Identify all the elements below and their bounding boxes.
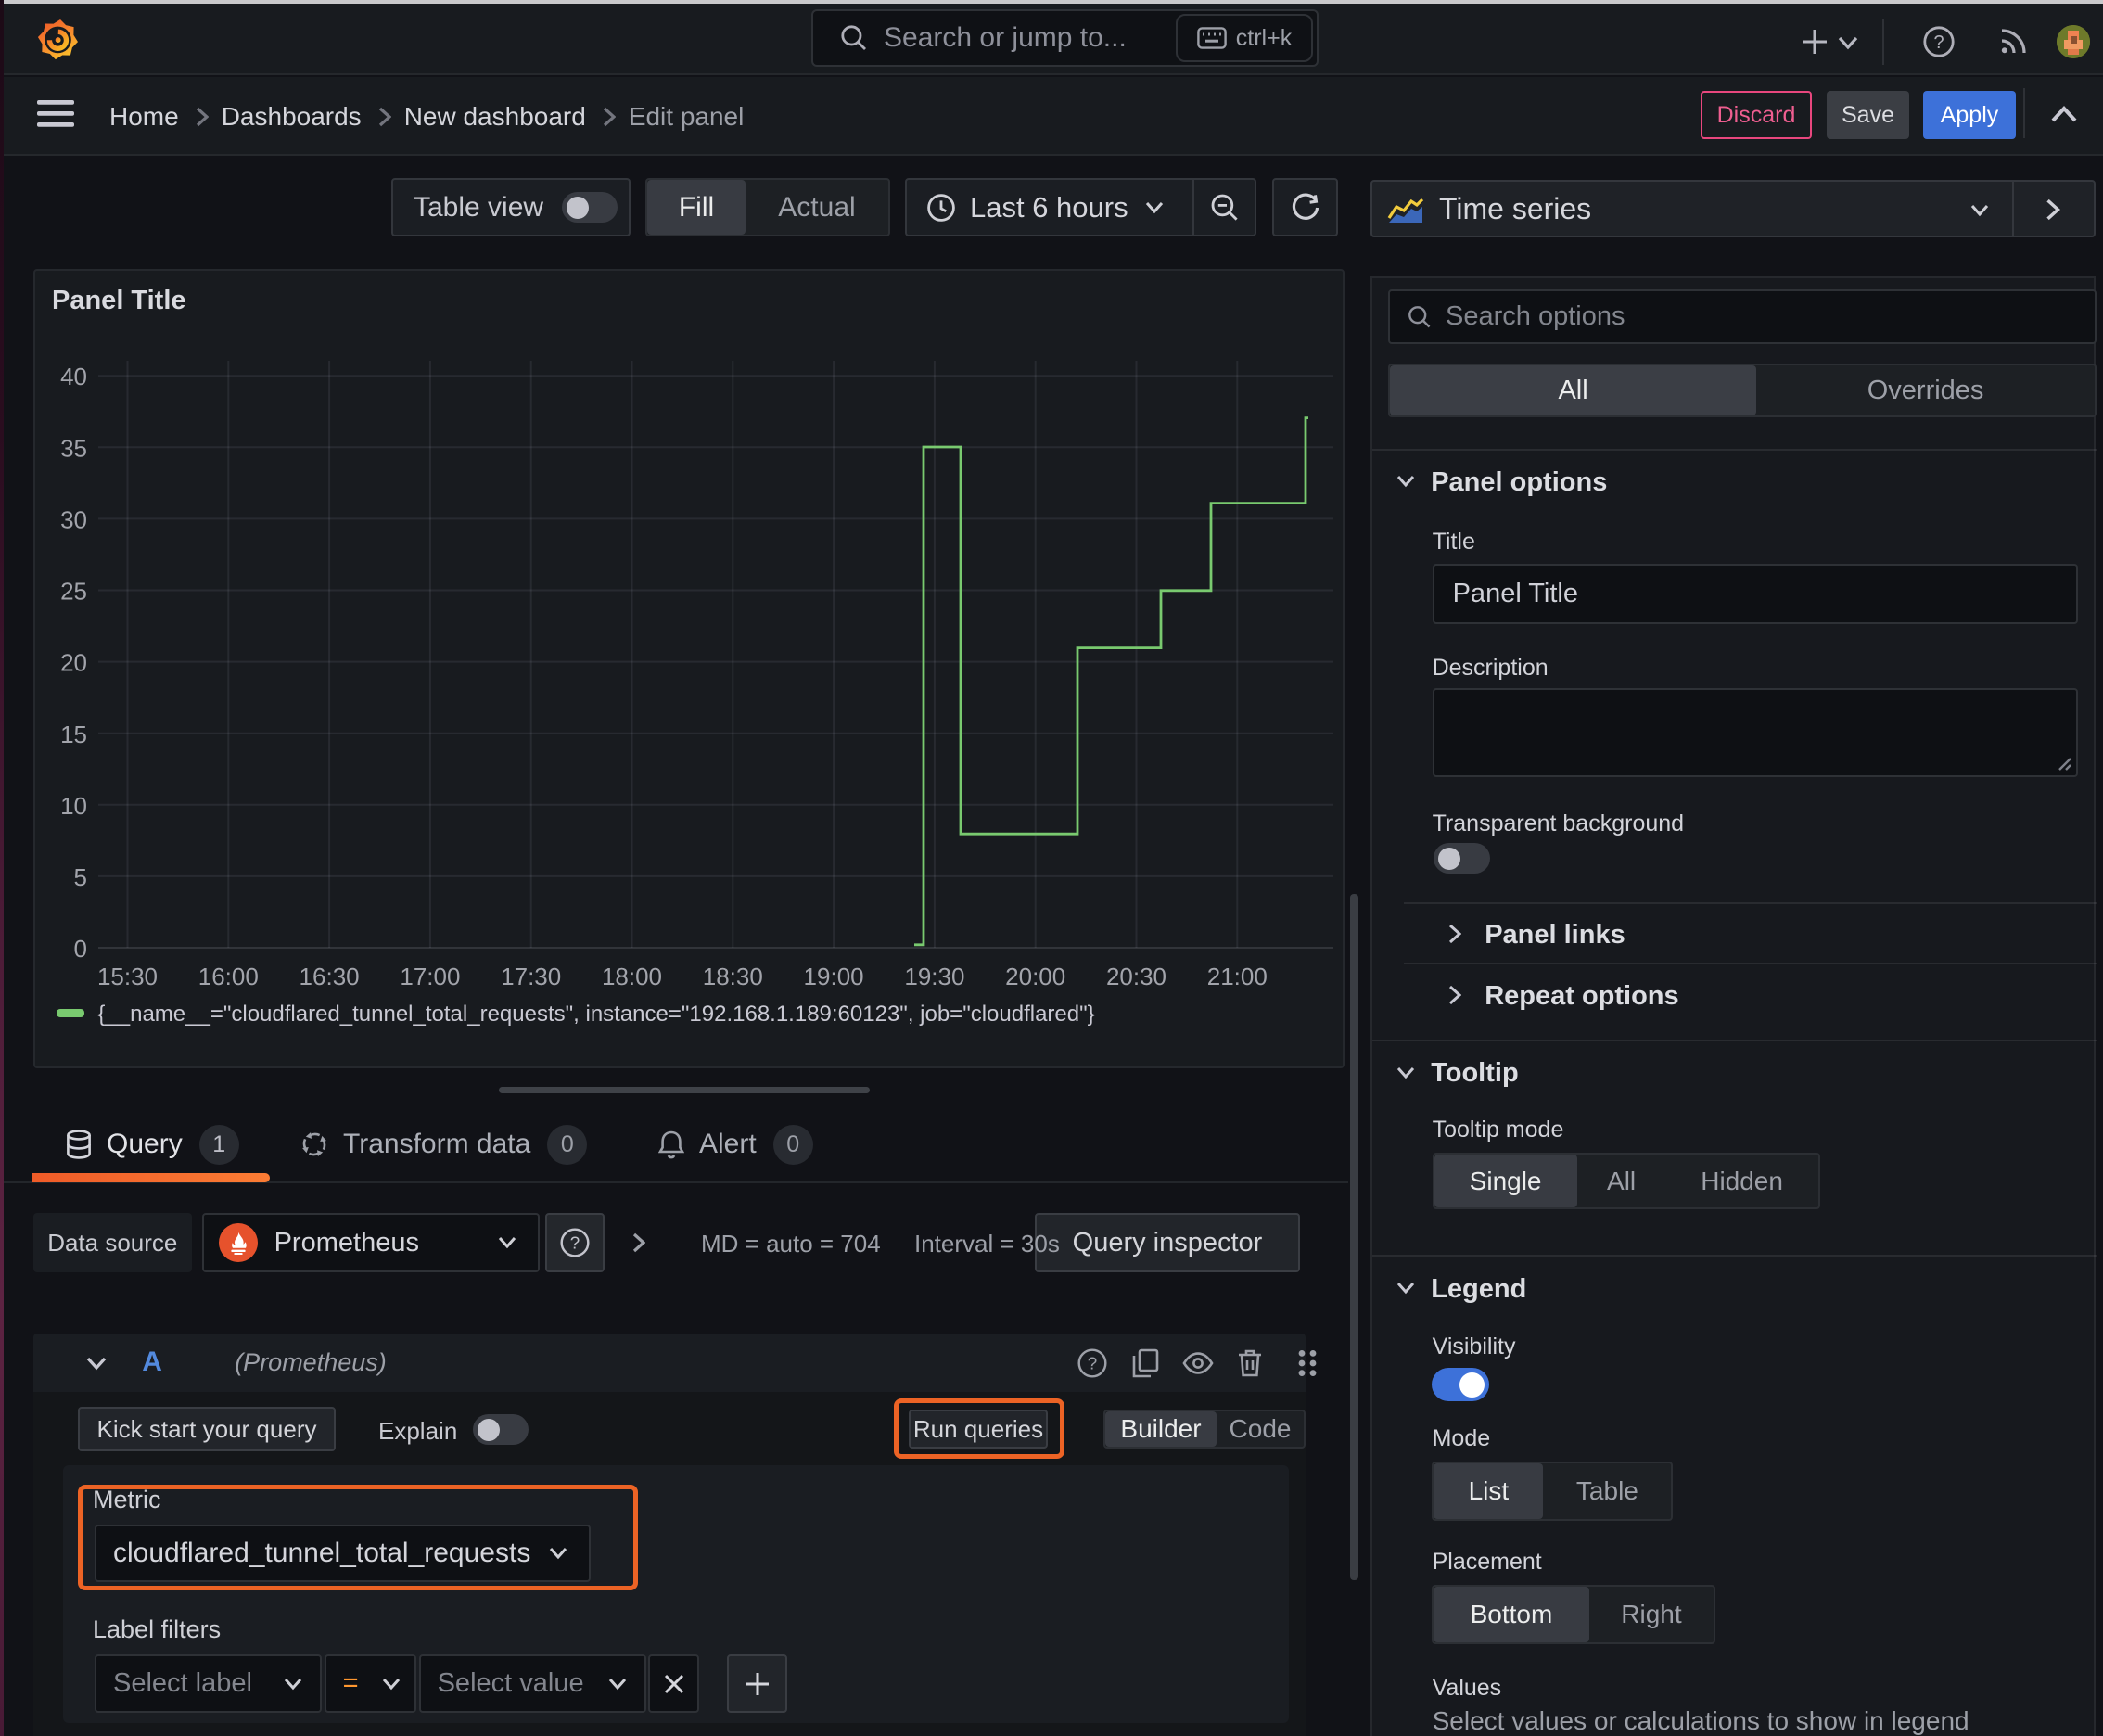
svg-text:?: ? bbox=[1933, 32, 1944, 53]
svg-text:?: ? bbox=[570, 1233, 580, 1253]
svg-text:25: 25 bbox=[60, 578, 87, 606]
svg-text:?: ? bbox=[1087, 1354, 1096, 1373]
svg-text:5: 5 bbox=[74, 863, 87, 891]
svg-text:20: 20 bbox=[60, 649, 87, 677]
svg-text:16:00: 16:00 bbox=[198, 963, 259, 990]
svg-text:19:30: 19:30 bbox=[904, 963, 964, 990]
svg-text:10: 10 bbox=[60, 792, 87, 820]
svg-text:17:30: 17:30 bbox=[501, 963, 561, 990]
svg-text:15:30: 15:30 bbox=[97, 963, 158, 990]
svg-text:20:30: 20:30 bbox=[1106, 963, 1166, 990]
svg-text:17:00: 17:00 bbox=[400, 963, 460, 990]
svg-text:35: 35 bbox=[60, 434, 87, 462]
svg-text:16:30: 16:30 bbox=[300, 963, 360, 990]
svg-text:19:00: 19:00 bbox=[804, 963, 864, 990]
svg-text:18:30: 18:30 bbox=[703, 963, 763, 990]
svg-text:18:00: 18:00 bbox=[602, 963, 662, 990]
svg-text:21:00: 21:00 bbox=[1207, 963, 1268, 990]
svg-text:0: 0 bbox=[74, 935, 87, 963]
svg-text:20:00: 20:00 bbox=[1005, 963, 1065, 990]
svg-text:30: 30 bbox=[60, 505, 87, 533]
svg-text:40: 40 bbox=[60, 363, 87, 390]
svg-text:15: 15 bbox=[60, 721, 87, 748]
